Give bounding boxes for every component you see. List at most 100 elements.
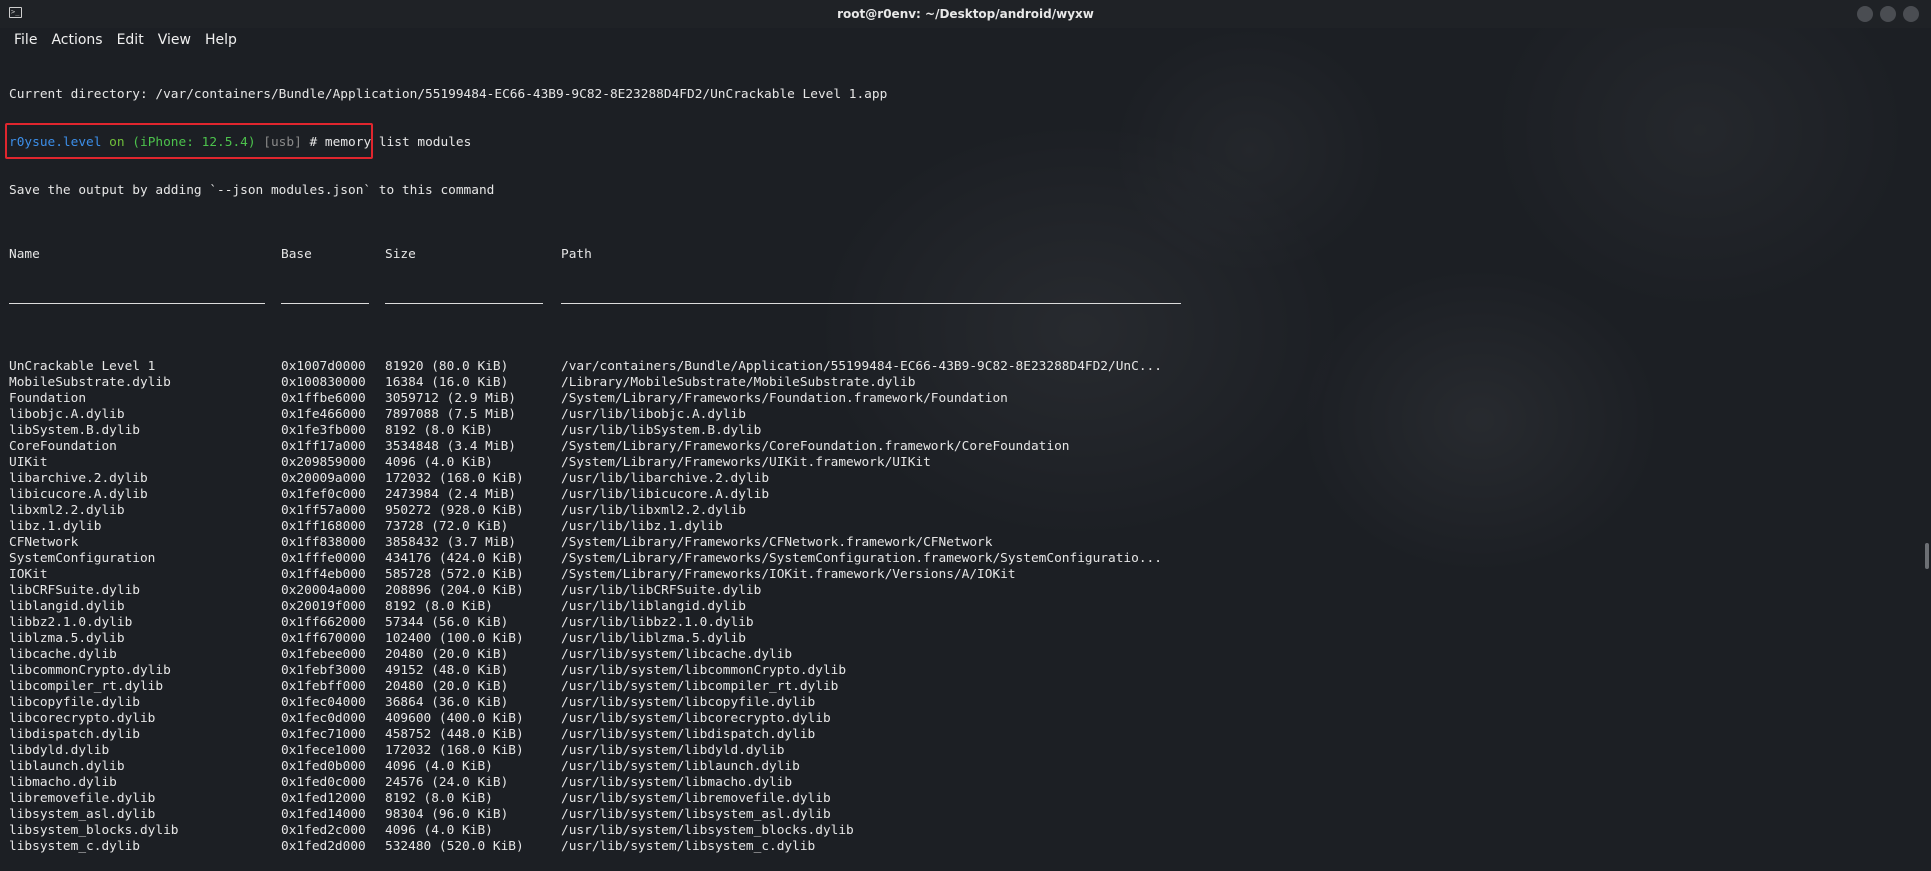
module-size: 208896 (204.0 KiB) — [385, 583, 524, 598]
module-size: 172032 (168.0 KiB) — [385, 471, 524, 486]
module-base: 0x100830000 — [281, 375, 366, 390]
module-path: /System/Library/Frameworks/CFNetwork.fra… — [561, 535, 993, 550]
menu-view[interactable]: View — [158, 32, 191, 48]
table-row: libz.1.dylib 0x1ff168000 73728 (72.0 KiB) /… — [9, 519, 1181, 535]
module-name: CoreFoundation — [9, 439, 117, 454]
table-row: libarchive.2.dylib 0x20009a000 172032 (168… — [9, 471, 1181, 487]
table-row: libobjc.A.dylib 0x1fe466000 7897088 (7.5 M… — [9, 407, 1181, 423]
table-row: libcompiler_rt.dylib 0x1febff000 20480 (20… — [9, 679, 1181, 695]
module-table-body: UnCrackable Level 1 0x1007d0000 81920 (80.… — [9, 359, 1181, 855]
module-name: libcompiler_rt.dylib — [9, 679, 164, 694]
module-path: /usr/lib/libz.1.dylib — [561, 519, 723, 534]
module-name: libmacho.dylib — [9, 775, 117, 790]
module-path: /usr/lib/libicucore.A.dylib — [561, 487, 770, 502]
module-path: /usr/lib/system/libcache.dylib — [561, 647, 793, 662]
window-title: root@r0env: ~/Desktop/android/wyxw — [837, 7, 1094, 21]
module-base: 0x1fed12000 — [281, 791, 366, 806]
minimize-button[interactable] — [1857, 6, 1873, 22]
module-size: 24576 (24.0 KiB) — [385, 775, 509, 790]
header-base: Base — [281, 247, 312, 262]
table-row: liblzma.5.dylib 0x1ff670000 102400 (100.0 … — [9, 631, 1181, 647]
current-directory-line: Current directory: /var/containers/Bundl… — [9, 87, 888, 102]
module-size: 49152 (48.0 KiB) — [385, 663, 509, 678]
table-row: MobileSubstrate.dylib 0x100830000 16384 (1… — [9, 375, 1181, 391]
close-button[interactable] — [1903, 6, 1919, 22]
menu-help[interactable]: Help — [205, 32, 237, 48]
module-size: 7897088 (7.5 MiB) — [385, 407, 516, 422]
menu-file[interactable]: File — [14, 32, 37, 48]
module-size: 434176 (424.0 KiB) — [385, 551, 524, 566]
module-path: /usr/lib/system/libsystem_c.dylib — [561, 839, 816, 854]
module-size: 950272 (928.0 KiB) — [385, 503, 524, 518]
module-name: libdispatch.dylib — [9, 727, 140, 742]
module-name: libcommonCrypto.dylib — [9, 663, 171, 678]
table-row: libdyld.dylib 0x1fece1000 172032 (168.0 Ki… — [9, 743, 1181, 759]
module-name: libdyld.dylib — [9, 743, 110, 758]
module-base: 0x20019f000 — [281, 599, 366, 614]
table-row: CFNetwork 0x1ff838000 3858432 (3.7 MiB) /Sy… — [9, 535, 1181, 551]
module-path: /usr/lib/system/libsystem_blocks.dylib — [561, 823, 854, 838]
module-path: /usr/lib/system/libdyld.dylib — [561, 743, 785, 758]
module-name: libcopyfile.dylib — [9, 695, 140, 710]
module-base: 0x1fed0c000 — [281, 775, 366, 790]
module-name: libSystem.B.dylib — [9, 423, 140, 438]
module-path: /usr/lib/libbz2.1.0.dylib — [561, 615, 754, 630]
table-row: Foundation 0x1ffbe6000 3059712 (2.9 MiB) /S… — [9, 391, 1181, 407]
module-path: /usr/lib/liblangid.dylib — [561, 599, 746, 614]
module-name: liblzma.5.dylib — [9, 631, 125, 646]
module-base: 0x1fe3fb000 — [281, 423, 366, 438]
module-base: 0x1fef0c000 — [281, 487, 366, 502]
module-base: 0x1007d0000 — [281, 359, 366, 374]
window-controls — [1857, 6, 1919, 22]
module-name: libbz2.1.0.dylib — [9, 615, 133, 630]
module-size: 8192 (8.0 KiB) — [385, 599, 493, 614]
scrollbar[interactable] — [1923, 52, 1931, 635]
module-name: libcorecrypto.dylib — [9, 711, 156, 726]
module-size: 2473984 (2.4 MiB) — [385, 487, 516, 502]
table-row: libsystem_c.dylib 0x1fed2d000 532480 (520.… — [9, 839, 1181, 855]
module-path: /usr/lib/libCRFSuite.dylib — [561, 583, 762, 598]
module-size: 532480 (520.0 KiB) — [385, 839, 524, 854]
menu-actions[interactable]: Actions — [51, 32, 102, 48]
module-base: 0x1fffe0000 — [281, 551, 366, 566]
module-path: /Library/MobileSubstrate/MobileSubstrate… — [561, 375, 916, 390]
maximize-button[interactable] — [1880, 6, 1896, 22]
module-path: /usr/lib/liblzma.5.dylib — [561, 631, 746, 646]
module-path: /System/Library/Frameworks/CoreFoundatio… — [561, 439, 1070, 454]
module-name: libz.1.dylib — [9, 519, 102, 534]
table-row: IOKit 0x1ff4eb000 585728 (572.0 KiB) /Syste… — [9, 567, 1181, 583]
module-size: 57344 (56.0 KiB) — [385, 615, 509, 630]
module-name: libobjc.A.dylib — [9, 407, 125, 422]
module-path: /usr/lib/system/libmacho.dylib — [561, 775, 793, 790]
terminal-output[interactable]: Current directory: /var/containers/Bundl… — [9, 55, 1181, 871]
module-name: MobileSubstrate.dylib — [9, 375, 171, 390]
header-rule — [9, 295, 1181, 311]
module-size: 3858432 (3.7 MiB) — [385, 535, 516, 550]
module-base: 0x20004a000 — [281, 583, 366, 598]
module-base: 0x1ff670000 — [281, 631, 366, 646]
module-base: 0x1fed14000 — [281, 807, 366, 822]
menu-edit[interactable]: Edit — [117, 32, 144, 48]
module-base: 0x1ff838000 — [281, 535, 366, 550]
module-size: 4096 (4.0 KiB) — [385, 455, 493, 470]
module-size: 8192 (8.0 KiB) — [385, 791, 493, 806]
module-base: 0x1fed0b000 — [281, 759, 366, 774]
module-base: 0x1fe466000 — [281, 407, 366, 422]
scrollbar-thumb[interactable] — [1925, 543, 1929, 569]
module-size: 409600 (400.0 KiB) — [385, 711, 524, 726]
table-row: CoreFoundation 0x1ff17a000 3534848 (3.4 Mi… — [9, 439, 1181, 455]
header-name: Name — [9, 247, 40, 262]
table-row: libxml2.2.dylib 0x1ff57a000 950272 (928.0 … — [9, 503, 1181, 519]
module-path: /usr/lib/system/libcopyfile.dylib — [561, 695, 816, 710]
module-path: /System/Library/Frameworks/UIKit.framewo… — [561, 455, 931, 470]
table-row: UnCrackable Level 1 0x1007d0000 81920 (80.… — [9, 359, 1181, 375]
module-name: UnCrackable Level 1 — [9, 359, 156, 374]
module-base: 0x1ff17a000 — [281, 439, 366, 454]
table-row: SystemConfiguration 0x1fffe0000 434176 (42… — [9, 551, 1181, 567]
module-path: /usr/lib/system/libdispatch.dylib — [561, 727, 816, 742]
module-name: libCRFSuite.dylib — [9, 583, 140, 598]
module-name: SystemConfiguration — [9, 551, 156, 566]
module-name: libicucore.A.dylib — [9, 487, 148, 502]
module-path: /System/Library/Frameworks/IOKit.framewo… — [561, 567, 1016, 582]
table-row: libCRFSuite.dylib 0x20004a000 208896 (204.… — [9, 583, 1181, 599]
